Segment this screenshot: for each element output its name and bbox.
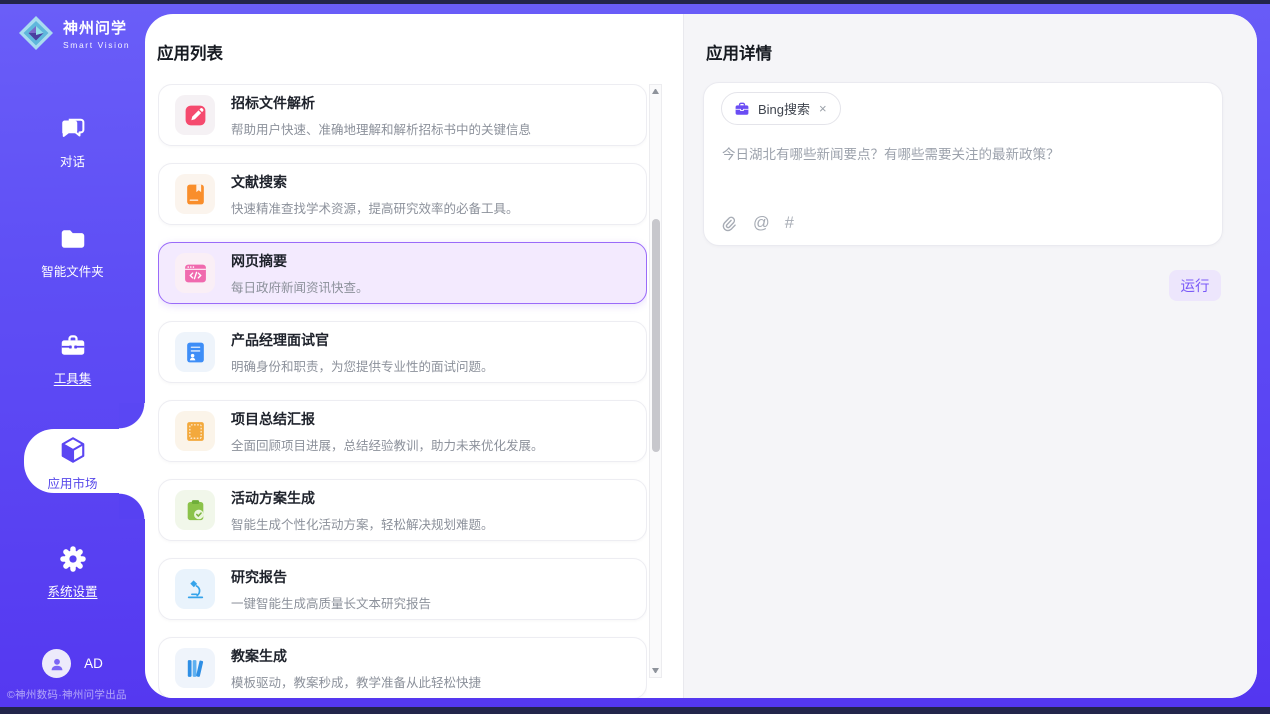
app-card-research-report[interactable]: 研究报告 一键智能生成高质量长文本研究报告	[158, 558, 647, 620]
app-card-desc: 智能生成个性化活动方案，轻松解决规划难题。	[231, 514, 494, 533]
app-card-title: 文献搜索	[231, 172, 519, 192]
sidebar-item-smart-folder[interactable]: 智能文件夹	[0, 224, 145, 280]
app-detail-title: 应用详情	[706, 40, 772, 64]
app-card-title: 活动方案生成	[231, 488, 494, 508]
report-icon	[183, 419, 208, 444]
app-tile	[175, 490, 215, 530]
app-tile	[175, 569, 215, 609]
app-card-desc: 快速精准查找学术资源，提高研究效率的必备工具。	[231, 198, 519, 217]
cube-icon	[58, 435, 88, 465]
web-code-icon	[183, 261, 208, 286]
app-card-web-summary[interactable]: 网页摘要 每日政府新闻资讯快查。	[158, 242, 647, 304]
chat-icon	[58, 114, 88, 144]
microscope-icon	[183, 577, 208, 602]
run-button[interactable]: 运行	[1169, 270, 1221, 301]
avatar	[42, 649, 71, 678]
clipboard-check-icon	[183, 498, 208, 523]
sidebar-item-label: 对话	[0, 151, 145, 170]
app-card-desc: 明确身份和职责，为您提供专业性的面试问题。	[231, 356, 494, 375]
app-tile	[175, 332, 215, 372]
app-card-title: 教案生成	[231, 646, 481, 666]
edit-document-icon	[183, 103, 208, 128]
app-card-title: 项目总结汇报	[231, 409, 544, 429]
books-icon	[183, 656, 208, 681]
folder-icon	[58, 224, 88, 254]
toolbox-icon	[58, 331, 88, 361]
app-card-desc: 每日政府新闻资讯快查。	[231, 277, 369, 296]
app-detail-card: Bing搜索 × 今日湖北有哪些新闻要点？有哪些需要关注的最新政策？ @ #	[703, 82, 1223, 246]
copyright-text: ©神州数码·神州问学出品	[7, 687, 127, 702]
content-panel: 应用列表 招标文件解析 帮助用户快速、准确地理解和解析招标书中的关键信息	[145, 14, 1257, 698]
briefcase-icon	[734, 101, 750, 117]
attachment-toolbar: @ #	[721, 214, 794, 233]
app-card-title: 招标文件解析	[231, 93, 531, 113]
gear-icon	[58, 544, 88, 574]
brand-diamond-icon	[16, 13, 56, 53]
app-window: 神州问学 Smart Vision 对话 智能文件夹	[0, 0, 1270, 714]
scroll-down-icon[interactable]	[652, 668, 659, 673]
tool-tag-bing-search[interactable]: Bing搜索 ×	[721, 92, 841, 125]
app-card-literature-search[interactable]: 文献搜索 快速精准查找学术资源，提高研究效率的必备工具。	[158, 163, 647, 225]
app-card-title: 研究报告	[231, 567, 431, 587]
app-card-title: 网页摘要	[231, 251, 369, 271]
mention-at-icon[interactable]: @	[753, 215, 770, 232]
person-icon	[49, 656, 65, 672]
app-card-desc: 全面回顾项目进展，总结经验教训，助力未来优化发展。	[231, 435, 544, 454]
app-card-desc: 一键智能生成高质量长文本研究报告	[231, 593, 431, 612]
sidebar-item-label: 工具集	[0, 368, 145, 387]
query-text[interactable]: 今日湖北有哪些新闻要点？有哪些需要关注的最新政策？	[722, 145, 1202, 165]
sidebar-item-app-market[interactable]: 应用市场	[24, 429, 145, 493]
app-card-title: 产品经理面试官	[231, 330, 494, 350]
sidebar-item-label: 智能文件夹	[0, 261, 145, 280]
brand-subtitle: Smart Vision	[63, 40, 130, 50]
app-tile	[175, 253, 215, 293]
app-card-project-summary[interactable]: 项目总结汇报 全面回顾项目进展，总结经验教训，助力未来优化发展。	[158, 400, 647, 462]
sidebar-item-label: 系统设置	[0, 581, 145, 600]
app-tile	[175, 411, 215, 451]
tool-tag-label: Bing搜索	[758, 99, 810, 118]
app-card-desc: 模板驱动，教案秒成，教学准备从此轻松快捷	[231, 672, 481, 691]
sidebar-item-toolset[interactable]: 工具集	[0, 331, 145, 387]
sidebar: 神州问学 Smart Vision 对话 智能文件夹	[0, 4, 145, 707]
app-list-scrollbar[interactable]	[649, 84, 662, 678]
brand-name: 神州问学	[63, 17, 130, 38]
sidebar-item-settings[interactable]: 系统设置	[0, 544, 145, 600]
hash-icon[interactable]: #	[785, 215, 794, 232]
app-card-list: 招标文件解析 帮助用户快速、准确地理解和解析招标书中的关键信息 文献搜索	[158, 84, 647, 698]
scrollbar-thumb[interactable]	[652, 219, 660, 452]
tag-close-icon[interactable]: ×	[818, 101, 828, 116]
app-card-bid-parse[interactable]: 招标文件解析 帮助用户快速、准确地理解和解析招标书中的关键信息	[158, 84, 647, 146]
book-icon	[183, 182, 208, 207]
sidebar-item-label: 应用市场	[0, 473, 145, 492]
scroll-up-icon[interactable]	[652, 89, 659, 94]
app-card-event-plan[interactable]: 活动方案生成 智能生成个性化活动方案，轻松解决规划难题。	[158, 479, 647, 541]
paperclip-icon[interactable]	[721, 214, 738, 233]
app-card-lesson-plan[interactable]: 教案生成 模板驱动，教案秒成，教学准备从此轻松快捷	[158, 637, 647, 698]
app-tile	[175, 648, 215, 688]
app-card-pm-interviewer[interactable]: 产品经理面试官 明确身份和职责，为您提供专业性的面试问题。	[158, 321, 647, 383]
app-card-desc: 帮助用户快速、准确地理解和解析招标书中的关键信息	[231, 119, 531, 138]
brand-logo: 神州问学 Smart Vision	[16, 13, 130, 53]
app-list-title: 应用列表	[157, 40, 223, 64]
app-detail-pane: 应用详情 Bing搜索 × 今日湖北有哪些新闻要点？有哪些需要关注的最新政策？	[683, 14, 1257, 698]
user-account[interactable]: AD	[0, 649, 145, 678]
app-tile	[175, 174, 215, 214]
app-tile	[175, 95, 215, 135]
app-list-pane: 应用列表 招标文件解析 帮助用户快速、准确地理解和解析招标书中的关键信息	[145, 14, 683, 698]
resume-icon	[183, 340, 208, 365]
user-name: AD	[84, 656, 103, 671]
sidebar-item-chat[interactable]: 对话	[0, 114, 145, 170]
